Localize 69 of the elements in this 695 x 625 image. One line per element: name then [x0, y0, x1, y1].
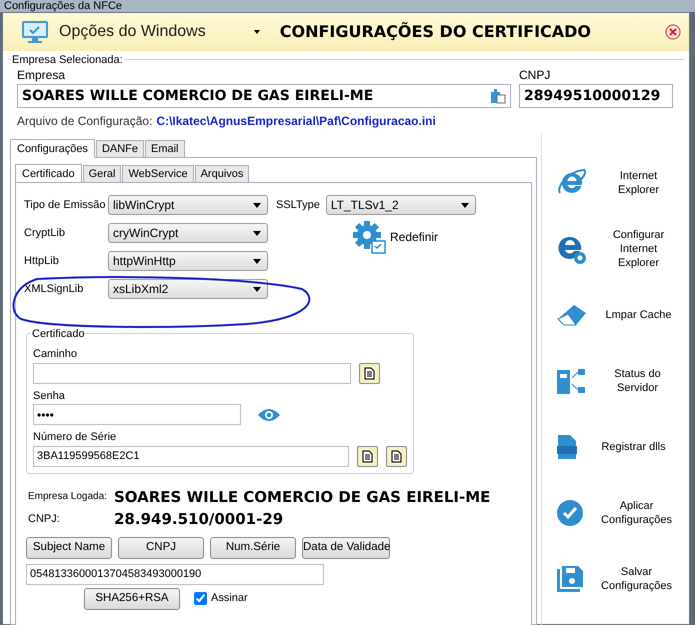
- eraser-icon: [556, 303, 588, 327]
- company-field[interactable]: SOARES WILLE COMERCIO DE GAS EIRELI-ME: [17, 84, 511, 108]
- field-label: CNPJ: [519, 67, 552, 84]
- tab[interactable]: Arquivos: [194, 165, 250, 182]
- field-label: XMLSignLib: [24, 282, 84, 297]
- logged-company-name: SOARES WILLE COMERCIO DE GAS EIRELI-ME: [114, 486, 490, 508]
- field-label: CNPJ:: [28, 512, 61, 527]
- fieldset-legend: Empresa Selecionada:: [11, 52, 124, 68]
- file-path: C:\Ikatec\AgnusEmpresarial\Paf\Configuracao.ini: [156, 113, 436, 130]
- sidebar-button[interactable]: Internet Explorer: [542, 150, 689, 216]
- save-icon: [556, 565, 584, 593]
- document-icon: [364, 366, 375, 380]
- sidebar-button[interactable]: Lmpar Cache: [542, 282, 689, 348]
- action-button[interactable]: Num.Série: [210, 536, 296, 558]
- file-button[interactable]: [357, 446, 378, 466]
- server-network-icon: [556, 366, 586, 396]
- sidebar-button[interactable]: Configurar Internet Explorer: [542, 216, 689, 282]
- sign-checkbox[interactable]: [194, 592, 207, 605]
- field-label: Empresa: [17, 67, 66, 84]
- tab[interactable]: DANFe: [96, 140, 144, 157]
- sidebar-button[interactable]: Status do Servidor: [542, 348, 689, 414]
- field-label: HttpLib: [24, 254, 60, 269]
- logged-cnpj: 28.949.510/0001-29: [114, 509, 284, 530]
- cnpj-field[interactable]: 28949510000129: [519, 84, 673, 108]
- gear-icon: [352, 220, 386, 254]
- field-label: Senha: [33, 388, 66, 404]
- check-circle-icon: [556, 499, 584, 527]
- tab[interactable]: Email: [145, 140, 185, 157]
- field-label: SSLType: [276, 198, 320, 213]
- sign-algorithm-button[interactable]: SHA256+RSA: [84, 588, 180, 610]
- field-label: Tipo de Emissão: [24, 198, 106, 213]
- clipboard-icon[interactable]: [490, 88, 506, 104]
- result-field[interactable]: 0548133600013704583493000190: [26, 564, 324, 584]
- windows-options-dropdown[interactable]: Opções do Windows: [59, 20, 260, 44]
- tab[interactable]: Certificado: [15, 164, 82, 183]
- action-button[interactable]: CNPJ: [118, 536, 204, 558]
- eye-icon[interactable]: [257, 406, 281, 422]
- action-button[interactable]: Data de Validade: [302, 536, 390, 558]
- field-label: CryptLib: [24, 226, 66, 241]
- tab[interactable]: Configurações: [10, 139, 95, 158]
- window-title: Configurações da NFCe: [0, 0, 695, 12]
- action-button[interactable]: Subject Name: [26, 536, 112, 558]
- file-button[interactable]: [386, 446, 407, 466]
- sidebar-button[interactable]: Registrar dlls: [542, 414, 689, 480]
- password-field[interactable]: ••••: [33, 404, 241, 425]
- file-button[interactable]: [359, 362, 380, 384]
- library-select[interactable]: xsLibXml2: [108, 279, 268, 299]
- field-label: Caminho: [33, 347, 78, 362]
- monitor-icon: [21, 20, 49, 44]
- field-label: Arquivo de Configuração:: [17, 113, 152, 130]
- sidebar-button[interactable]: Aplicar Configurações: [542, 480, 689, 546]
- dll-file-icon: [556, 434, 578, 460]
- dialog-title: CONFIGURAÇÕES DO CERTIFICADO: [280, 21, 592, 43]
- reset-button[interactable]: Redefinir: [352, 219, 438, 255]
- close-icon[interactable]: [665, 24, 681, 40]
- field-label: Empresa Logada:: [28, 490, 108, 504]
- serial-number-field[interactable]: 3BA119599568E2C1: [33, 446, 350, 466]
- document-icon: [362, 450, 374, 462]
- ssl-type-select[interactable]: LT_TLSv1_2: [326, 195, 476, 215]
- library-select[interactable]: cryWinCrypt: [108, 223, 268, 243]
- document-icon: [391, 450, 402, 462]
- tab[interactable]: WebService: [122, 165, 194, 182]
- library-select[interactable]: httpWinHttp: [108, 251, 268, 271]
- checkbox-label: Assinar: [211, 591, 248, 606]
- emission-type-select[interactable]: libWinCrypt: [108, 195, 268, 215]
- path-field[interactable]: [33, 362, 351, 384]
- sidebar-button[interactable]: Salvar Configurações: [542, 546, 689, 612]
- tab[interactable]: Geral: [82, 165, 122, 182]
- field-label: Número de Série: [33, 430, 118, 445]
